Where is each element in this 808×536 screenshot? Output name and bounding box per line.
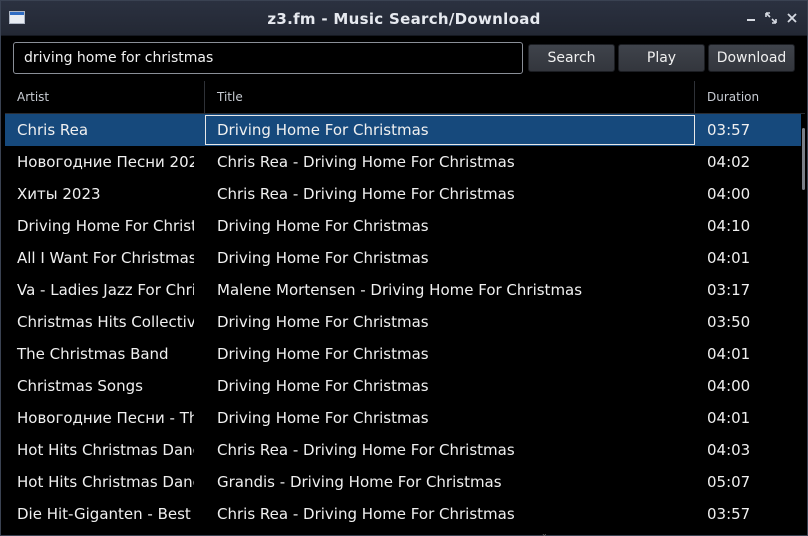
- table-row[interactable]: Hot Hits Christmas Dance Chris Rea - Driv…: [5, 434, 801, 466]
- table-row[interactable]: Hot Hits Christmas Dance Grandis - Drivin…: [5, 466, 801, 498]
- cell-title: Chris Rea - Driving Home For Christmas: [217, 185, 515, 203]
- cell-duration: 03:57: [707, 121, 751, 139]
- table-row[interactable]: The Christmas Band Driving Home For Chris…: [5, 338, 801, 370]
- cell-artist: Va - Ladies Jazz For Christmas: [17, 281, 194, 299]
- cell-title: Driving Home For Christmas: [205, 115, 695, 145]
- table-row[interactable]: Va - Ladies Jazz For Christmas Malene Mor…: [5, 274, 801, 306]
- resize-grip-icon[interactable]: ⌄: [541, 530, 549, 536]
- vertical-scrollbar[interactable]: [801, 114, 807, 535]
- cell-duration: 04:00: [707, 185, 751, 203]
- cell-artist: The Christmas Band: [17, 345, 169, 363]
- cell-duration: 04:01: [707, 409, 751, 427]
- column-header-title[interactable]: Title: [205, 81, 695, 113]
- cell-title: Driving Home For Christmas: [217, 249, 429, 267]
- table-row[interactable]: Chris Rea Driving Home For Christmas 03:57: [5, 114, 801, 146]
- cell-duration: 04:00: [707, 377, 751, 395]
- table-row[interactable]: Хиты 2023 Chris Rea - Driving Home For Ch…: [5, 178, 801, 210]
- table-header: Artist Title Duration: [5, 81, 805, 114]
- cell-title: Driving Home For Christmas: [217, 313, 429, 331]
- play-button[interactable]: Play: [618, 44, 705, 72]
- search-button[interactable]: Search: [528, 44, 615, 72]
- cell-title: Driving Home For Christmas: [217, 377, 429, 395]
- cell-duration: 03:57: [707, 505, 751, 523]
- cell-duration: 04:10: [707, 217, 751, 235]
- cell-duration: 04:02: [707, 153, 751, 171]
- table-row[interactable]: Новогодние Песни - Th Driving Home For Ch…: [5, 402, 801, 434]
- results-table: Chris Rea Driving Home For Christmas 03:57…: [5, 114, 801, 535]
- download-button[interactable]: Download: [708, 44, 795, 72]
- cell-duration: 04:01: [707, 345, 751, 363]
- maximize-icon[interactable]: [763, 10, 779, 26]
- cell-artist: All I Want For Christmas: [17, 249, 194, 267]
- cell-title: Malene Mortensen - Driving Home For Chri…: [217, 281, 583, 299]
- cell-artist: Hot Hits Christmas Dance: [17, 473, 194, 491]
- cell-title: Driving Home For Christmas: [217, 409, 429, 427]
- table-row[interactable]: Die Hit-Giganten - Best Chris Rea - Drivi…: [5, 498, 801, 530]
- cell-duration: 05:07: [707, 473, 751, 491]
- cell-duration: 04:01: [707, 249, 751, 267]
- title-bar[interactable]: z3.fm - Music Search/Download: [1, 1, 807, 36]
- cell-title: Chris Rea - Driving Home For Christmas: [217, 153, 515, 171]
- close-icon[interactable]: [784, 10, 800, 26]
- table-row[interactable]: Christmas Hits Collective Driving Home Fo…: [5, 306, 801, 338]
- cell-title: Grandis - Driving Home For Christmas: [217, 473, 502, 491]
- cell-artist: Driving Home For Christmas: [17, 217, 194, 235]
- cell-artist: Новогодние Песни - Th: [17, 409, 194, 427]
- cell-title: Driving Home For Christmas: [217, 345, 429, 363]
- cell-duration: 03:50: [707, 313, 751, 331]
- column-header-artist[interactable]: Artist: [5, 81, 205, 113]
- cell-artist: Die Hit-Giganten - Best: [17, 505, 191, 523]
- cell-artist: Chris Rea: [17, 121, 89, 139]
- scrollbar-thumb[interactable]: [802, 128, 805, 190]
- app-window: z3.fm - Music Search/Download Search Pla…: [0, 0, 808, 536]
- cell-artist: Christmas Hits Collective: [17, 313, 194, 331]
- cell-title: Driving Home For Christmas: [217, 217, 429, 235]
- cell-duration: 03:17: [707, 281, 751, 299]
- cell-title: Chris Rea - Driving Home For Christmas: [217, 505, 515, 523]
- column-header-duration[interactable]: Duration: [695, 81, 805, 113]
- table-row[interactable]: Christmas Songs Driving Home For Christma…: [5, 370, 801, 402]
- search-input[interactable]: [13, 42, 523, 74]
- window-title: z3.fm - Music Search/Download: [267, 10, 541, 28]
- cell-artist: Christmas Songs: [17, 377, 143, 395]
- table-row[interactable]: Driving Home For Christmas Driving Home F…: [5, 210, 801, 242]
- minimize-icon[interactable]: [743, 10, 759, 26]
- cell-artist: Новогодние Песни 2024: [17, 153, 194, 171]
- table-row[interactable]: Новогодние Песни 2024 Chris Rea - Driving…: [5, 146, 801, 178]
- cell-duration: 04:03: [707, 441, 751, 459]
- cell-artist: Hot Hits Christmas Dance: [17, 441, 194, 459]
- table-row[interactable]: All I Want For Christmas Driving Home For…: [5, 242, 801, 274]
- cell-title: Chris Rea - Driving Home For Christmas: [217, 441, 515, 459]
- cell-artist: Хиты 2023: [17, 185, 101, 203]
